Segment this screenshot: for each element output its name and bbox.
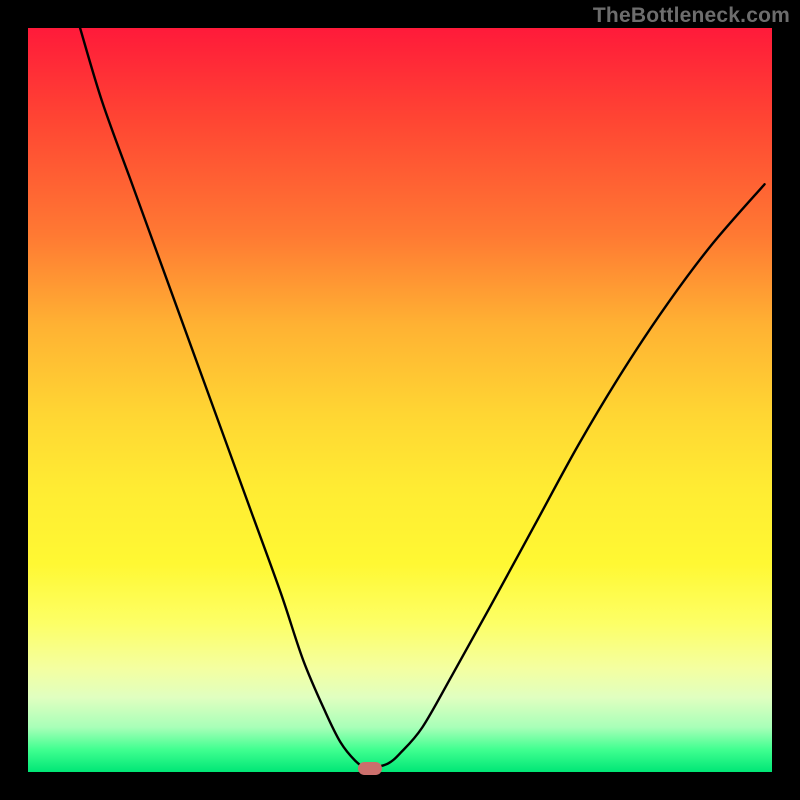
- watermark-text: TheBottleneck.com: [593, 4, 790, 28]
- plot-area: [28, 28, 772, 772]
- minimum-marker: [358, 762, 382, 775]
- bottleneck-curve: [28, 28, 772, 772]
- chart-container: TheBottleneck.com: [0, 0, 800, 800]
